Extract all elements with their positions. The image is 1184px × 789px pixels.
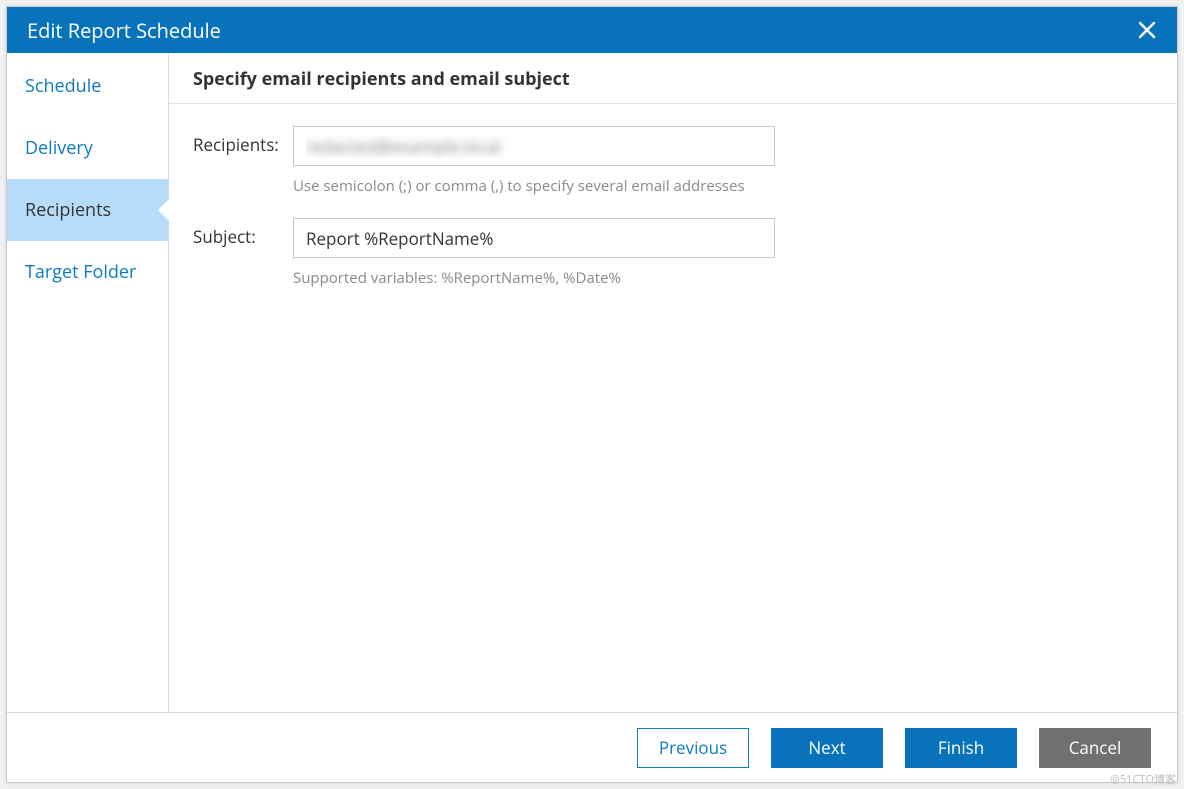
recipients-label: Recipients: bbox=[193, 126, 293, 156]
cancel-button[interactable]: Cancel bbox=[1039, 728, 1151, 768]
recipients-input[interactable] bbox=[293, 126, 775, 166]
dialog-body: Schedule Delivery Recipients Target Fold… bbox=[7, 53, 1177, 712]
subject-field-wrap: Supported variables: %ReportName%, %Date… bbox=[293, 218, 775, 288]
sidebar-item-recipients[interactable]: Recipients bbox=[7, 179, 168, 241]
sidebar-item-target-folder[interactable]: Target Folder bbox=[7, 241, 168, 303]
edit-report-schedule-dialog: Edit Report Schedule Schedule Delivery R… bbox=[6, 6, 1178, 783]
recipients-helper: Use semicolon (;) or comma (,) to specif… bbox=[293, 176, 775, 196]
recipients-field-wrap: Use semicolon (;) or comma (,) to specif… bbox=[293, 126, 775, 196]
sidebar-item-label: Target Folder bbox=[25, 260, 136, 284]
wizard-sidebar: Schedule Delivery Recipients Target Fold… bbox=[7, 53, 169, 712]
recipients-row: Recipients: Use semicolon (;) or comma (… bbox=[193, 126, 1153, 196]
subject-helper: Supported variables: %ReportName%, %Date… bbox=[293, 268, 775, 288]
sidebar-item-label: Delivery bbox=[25, 136, 93, 160]
recipients-form: Recipients: Use semicolon (;) or comma (… bbox=[169, 104, 1177, 712]
subject-input[interactable] bbox=[293, 218, 775, 258]
page-heading: Specify email recipients and email subje… bbox=[169, 53, 1177, 104]
wizard-main: Specify email recipients and email subje… bbox=[169, 53, 1177, 712]
sidebar-item-schedule[interactable]: Schedule bbox=[7, 55, 168, 117]
next-button[interactable]: Next bbox=[771, 728, 883, 768]
dialog-titlebar: Edit Report Schedule bbox=[7, 7, 1177, 53]
finish-button[interactable]: Finish bbox=[905, 728, 1017, 768]
sidebar-item-delivery[interactable]: Delivery bbox=[7, 117, 168, 179]
sidebar-item-label: Schedule bbox=[25, 74, 101, 98]
close-icon[interactable] bbox=[1133, 16, 1161, 44]
subject-row: Subject: Supported variables: %ReportNam… bbox=[193, 218, 1153, 288]
dialog-title: Edit Report Schedule bbox=[27, 17, 1133, 44]
previous-button[interactable]: Previous bbox=[637, 728, 749, 768]
dialog-footer: Previous Next Finish Cancel bbox=[7, 712, 1177, 782]
subject-label: Subject: bbox=[193, 218, 293, 248]
sidebar-item-label: Recipients bbox=[25, 198, 111, 222]
